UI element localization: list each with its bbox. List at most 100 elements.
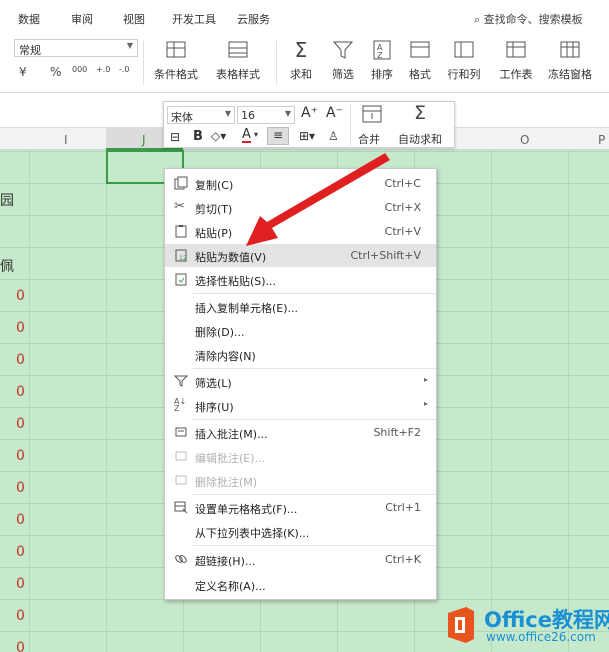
menu-item-pick-from-list[interactable]: 从下拉列表中选择(K)... (165, 520, 436, 543)
comment-icon (175, 427, 187, 437)
cell-value: 0 (16, 448, 25, 464)
rows-columns-button[interactable]: 行和列 (436, 35, 492, 91)
cell-value: 0 (16, 384, 25, 400)
cell-value: 0 (16, 288, 25, 304)
table-style-button[interactable]: 表格样式 (208, 35, 268, 91)
tab-view[interactable]: 视图 (123, 11, 145, 27)
font-name-value: 宋体 (171, 111, 193, 124)
decrease-font-icon[interactable]: A⁻ (326, 105, 343, 121)
worksheet-button[interactable]: 工作表 (488, 35, 544, 91)
menu-item-label: 插入复制单元格(E)... (195, 302, 299, 315)
menu-item-label: 从下拉列表中选择(K)... (195, 527, 310, 540)
menu-item-paste-special[interactable]: 选择性粘贴(S)... (165, 268, 436, 291)
paste-special-icon (175, 273, 187, 286)
merge-icon (362, 105, 382, 123)
menu-item-label: 复制(C) (195, 179, 234, 192)
number-format-select[interactable]: 常规 ▼ (14, 39, 138, 57)
menu-item-edit-comment: 编辑批注(E)... (165, 445, 436, 468)
submenu-arrow-icon: ▸ (423, 375, 428, 384)
search-command[interactable]: ⌕ 查找命令、搜索模板 (474, 11, 583, 27)
column-header-p[interactable]: P (598, 133, 605, 147)
divider (143, 41, 144, 85)
menu-item-label: 删除批注(M) (195, 476, 258, 489)
bold-button[interactable]: B (193, 129, 203, 144)
menu-item-clear-contents[interactable]: 清除内容(N) (165, 343, 436, 366)
sigma-icon: Σ (294, 38, 308, 62)
worksheet-label: 工作表 (499, 68, 533, 81)
freeze-panes-button[interactable]: 冻结窗格 (540, 35, 600, 91)
tab-data[interactable]: 数据 (18, 11, 40, 27)
increase-font-icon[interactable]: A⁺ (301, 105, 318, 121)
menu-item-hyperlink[interactable]: 超链接(H)... Ctrl+K (165, 548, 436, 571)
cell-value: 0 (16, 480, 25, 496)
rows-columns-icon (454, 41, 474, 58)
chevron-down-icon[interactable]: ▾ (254, 130, 258, 139)
menu-separator (193, 368, 436, 369)
percent-button[interactable]: % (50, 65, 61, 79)
edit-comment-icon (175, 451, 187, 461)
menu-item-delete[interactable]: 删除(D)... (165, 319, 436, 342)
font-size-value: 16 (241, 109, 255, 122)
menu-item-label: 筛选(L) (195, 377, 232, 390)
font-size-select[interactable]: 16 ▼ (237, 106, 295, 124)
cell-value: 0 (16, 576, 25, 592)
menu-separator (193, 419, 436, 420)
menu-separator (193, 545, 436, 546)
chevron-down-icon: ▼ (284, 109, 291, 118)
increase-decimal-button[interactable]: +.0 (96, 65, 110, 74)
thousands-button[interactable]: 000 (72, 65, 87, 74)
column-header-i[interactable]: I (64, 133, 68, 147)
rows-columns-label: 行和列 (447, 68, 481, 81)
menu-item-sort[interactable]: A↓ Z 排序(U) ▸ (165, 394, 436, 417)
cell-text: 园 (0, 193, 14, 209)
annotation-arrow-icon (246, 153, 390, 246)
tab-cloud[interactable]: 云服务 (237, 11, 270, 27)
merge-button[interactable]: 合并 (355, 102, 389, 148)
column-header-o[interactable]: O (520, 133, 529, 147)
font-name-select[interactable]: 宋体 ▼ (167, 106, 235, 124)
svg-text:12: 12 (179, 255, 187, 262)
chevron-down-icon: ▼ (126, 41, 133, 50)
svg-text:Z: Z (377, 51, 383, 60)
paste-values-icon: 12 (175, 249, 187, 262)
tab-developer[interactable]: 开发工具 (172, 11, 216, 27)
divider (350, 104, 351, 146)
menu-item-define-name[interactable]: 定义名称(A)... (165, 573, 436, 596)
conditional-format-button[interactable]: 条件格式 (146, 35, 206, 91)
menu-item-label: 清除内容(N) (195, 350, 256, 363)
table-style-icon (228, 41, 248, 58)
menu-item-label: 删除(D)... (195, 326, 245, 339)
menu-item-label: 粘贴为数值(V) (195, 251, 267, 264)
font-color-button[interactable]: A (242, 128, 251, 143)
menu-item-insert-copied[interactable]: 插入复制单元格(E)... (165, 295, 436, 318)
wrap-text-icon[interactable]: ⊟ (170, 130, 180, 144)
menu-item-label: 选择性粘贴(S)... (195, 275, 277, 288)
menu-item-shortcut: Ctrl+K (384, 553, 421, 566)
menu-item-filter[interactable]: 筛选(L) ▸ (165, 370, 436, 393)
menu-item-shortcut: Shift+F2 (373, 426, 421, 439)
filter-icon (174, 375, 188, 387)
format-icon (410, 41, 430, 58)
search-icon: ⌕ (474, 13, 481, 26)
menu-item-shortcut: Ctrl+Shift+V (350, 249, 421, 262)
format-painter-icon[interactable]: ♙ (328, 129, 339, 143)
menu-item-format-cells[interactable]: 设置单元格格式(F)... Ctrl+1 (165, 496, 436, 519)
menu-item-shortcut: Ctrl+X (384, 201, 421, 214)
mini-toolbar: 宋体 ▼ 16 ▼ A⁺ A⁻ ⊟ B ◇▾ A ▾ ≡ ⊞▾ ♙ 合并 Σ 自… (163, 101, 455, 148)
sigma-icon: Σ (414, 102, 427, 124)
menu-item-label: 定义名称(A)... (195, 580, 266, 593)
tab-review[interactable]: 审阅 (71, 11, 93, 27)
cell-value: 0 (16, 352, 25, 368)
border-icon[interactable]: ⊞▾ (299, 129, 315, 143)
fill-color-icon[interactable]: ◇▾ (211, 129, 226, 143)
autosum-button[interactable]: Σ 自动求和 (396, 102, 454, 148)
freeze-panes-label: 冻结窗格 (548, 68, 592, 81)
menu-item-insert-comment[interactable]: 插入批注(M)... Shift+F2 (165, 421, 436, 444)
conditional-format-icon (166, 41, 186, 58)
decrease-decimal-button[interactable]: -.0 (119, 65, 130, 74)
menu-item-label: 超链接(H)... (195, 555, 256, 568)
currency-button[interactable]: ¥ (19, 65, 27, 79)
menu-item-label: 插入批注(M)... (195, 428, 268, 441)
delete-comment-icon (175, 475, 187, 485)
align-center-icon[interactable]: ≡ (267, 127, 289, 145)
